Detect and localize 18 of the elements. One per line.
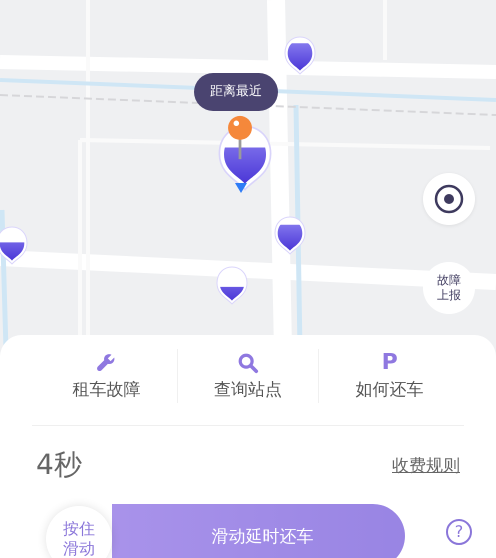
action-button[interactable]: 租车故障 xyxy=(36,352,177,400)
parking-icon: P xyxy=(382,352,398,374)
wrench-icon xyxy=(95,352,118,374)
timer-text: 4秒 xyxy=(36,447,82,483)
station-marker[interactable] xyxy=(0,225,29,266)
action-button[interactable]: P 如何还车 xyxy=(319,352,460,400)
slider-thumb[interactable]: 按住滑动 xyxy=(46,506,112,558)
action-button[interactable]: 查询站点 xyxy=(178,352,318,400)
station-marker[interactable] xyxy=(215,265,249,306)
help-button[interactable]: ? xyxy=(446,519,472,545)
target-icon xyxy=(434,184,464,214)
nearest-tooltip: 距离最近 xyxy=(194,73,278,111)
pin-icon xyxy=(226,115,254,161)
station-marker[interactable] xyxy=(273,215,307,256)
station-marker[interactable] xyxy=(283,35,317,76)
location-arrow-icon xyxy=(235,183,247,193)
search-icon xyxy=(237,352,259,374)
fee-rules-link[interactable]: 收费规则 xyxy=(392,454,460,476)
